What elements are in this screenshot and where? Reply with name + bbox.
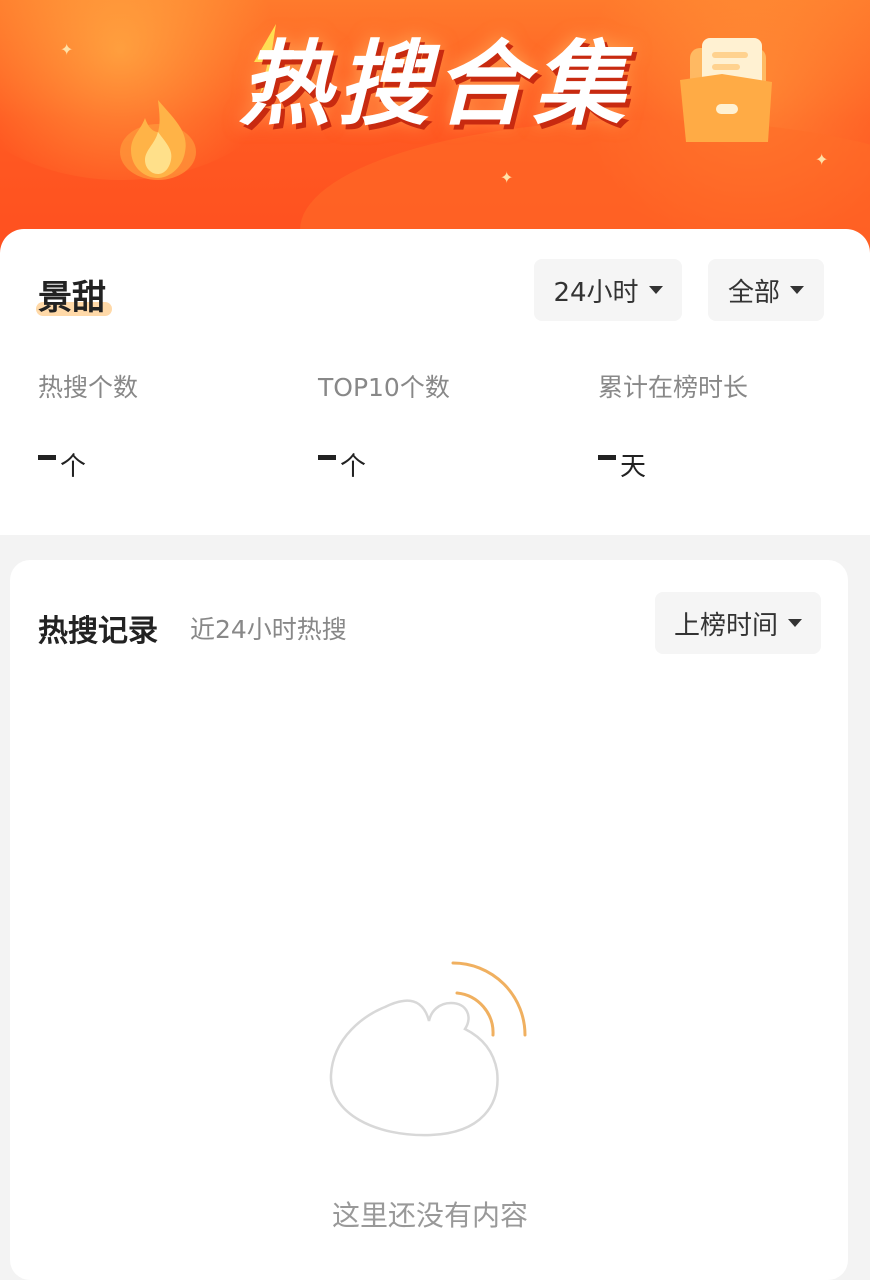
caret-down-icon (788, 619, 802, 627)
caret-down-icon (790, 286, 804, 294)
sparkle-icon: ✦ (815, 150, 829, 169)
empty-value-dash (38, 455, 56, 460)
empty-value-dash (318, 455, 336, 460)
stat-label-hot-count: 热搜个数 (38, 373, 139, 402)
hot-search-records-card (10, 560, 848, 1280)
sort-dropdown[interactable]: 上榜时间 (655, 592, 821, 654)
records-subtitle: 近24小时热搜 (190, 615, 347, 644)
sparkle-icon: ✦ (500, 168, 514, 187)
stat-value-hot-count: 个 (38, 446, 86, 483)
time-range-label: 24小时 (553, 277, 639, 308)
records-title: 热搜记录 (38, 614, 158, 649)
stat-unit: 个 (340, 452, 367, 482)
empty-state-text: 这里还没有内容 (331, 1199, 528, 1232)
scope-label: 全部 (727, 277, 780, 308)
banner-title: 热搜合集 (238, 31, 631, 138)
caret-down-icon (648, 286, 663, 294)
celebrity-name: 景甜 (38, 278, 106, 318)
hot-search-banner: ✦ ✦ ✦ 热搜合集 (0, 0, 870, 262)
stat-unit: 个 (60, 452, 87, 482)
stat-label-total-duration: 累计在榜时长 (598, 373, 749, 402)
stat-label-top10-count: TOP10个数 (318, 373, 450, 402)
stat-value-total-duration: 天 (598, 446, 646, 483)
sort-label: 上榜时间 (673, 610, 778, 641)
time-range-dropdown[interactable]: 24小时 (534, 259, 682, 321)
stat-unit: 天 (620, 452, 647, 482)
scope-dropdown[interactable]: 全部 (708, 259, 824, 321)
stat-value-top10-count: 个 (318, 446, 366, 483)
empty-value-dash (598, 455, 616, 460)
empty-state-illustration (329, 961, 527, 1137)
